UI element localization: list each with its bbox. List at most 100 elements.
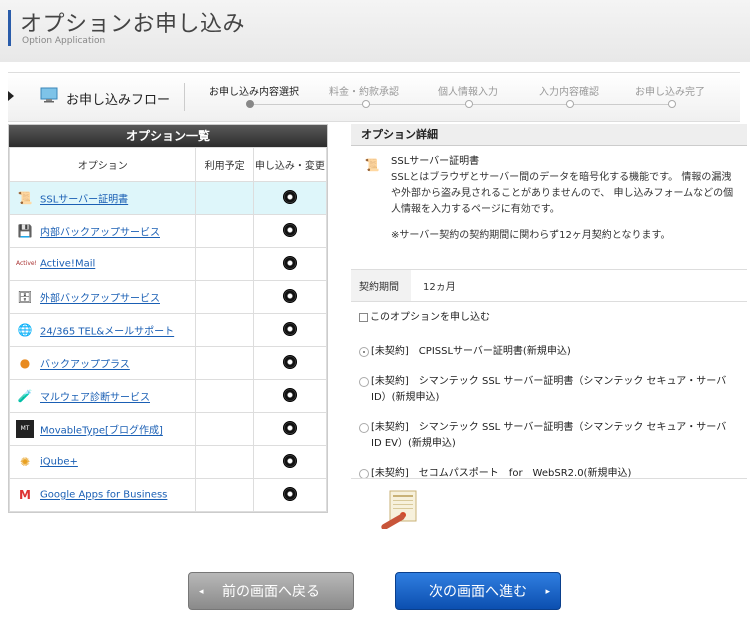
flow-step-dot-4 bbox=[566, 100, 574, 108]
detail-description-block: 📜 SSLサーバー証明書 SSLとはブラウザとサーバー間のデータを暗号化する機能… bbox=[351, 146, 747, 270]
table-row: ✺ iQube+ bbox=[8, 445, 328, 479]
table-row: 📜 SSLサーバー証明書 bbox=[8, 181, 328, 215]
plan-options: このオプションを申し込む [未契約] CPISSLサーバー証明書(新規申込) [… bbox=[351, 302, 747, 482]
page-subtitle: Option Application bbox=[22, 36, 106, 46]
flow-arrow-icon bbox=[8, 91, 14, 101]
certificate-icon: 📜 bbox=[17, 191, 33, 205]
external-backup-icon: 🗄 bbox=[17, 290, 33, 304]
flow-step-1: お申し込み内容選択 bbox=[209, 87, 299, 98]
option-link[interactable]: SSLサーバー証明書 bbox=[40, 195, 128, 206]
malware-icon: 🧪 bbox=[17, 389, 33, 403]
option-table: オプション 利用予定 申し込み・変更 📜 SSLサーバー証明書 💾 内部バックアップ… bbox=[8, 147, 328, 512]
chevron-right-icon: ▸ bbox=[545, 587, 550, 597]
application-flow-bar: お申し込みフロー お申し込み内容選択 料金・約款承認 個人情報入力 入力内容確認… bbox=[8, 72, 740, 122]
table-row: M Google Apps for Business bbox=[8, 478, 328, 512]
backup-icon: 💾 bbox=[17, 224, 33, 238]
apply-checkbox[interactable] bbox=[359, 313, 368, 322]
plan-label: [未契約] シマンテック SSL サーバー証明書（シマンテック セキュア・サーバ… bbox=[371, 376, 727, 403]
plan-label: [未契約] シマンテック SSL サーバー証明書（シマンテック セキュア・サーバ… bbox=[371, 422, 727, 449]
contract-term-row: 契約期間 12ヵ月 bbox=[351, 270, 747, 302]
flow-step-3: 個人情報入力 bbox=[438, 87, 498, 98]
option-link[interactable]: MovableType[ブログ作成] bbox=[40, 426, 163, 437]
back-button[interactable]: ◂ 前の画面へ戻る bbox=[188, 572, 354, 610]
option-link[interactable]: Google Apps for Business bbox=[40, 490, 167, 501]
plan-radio[interactable] bbox=[359, 423, 369, 433]
plan-label: [未契約] セコムパスポート for WebSR2.0(新規申込) bbox=[371, 468, 632, 479]
apply-radio[interactable] bbox=[282, 189, 297, 204]
back-button-label: 前の画面へ戻る bbox=[222, 584, 320, 600]
globe-support-icon: 🌐 bbox=[17, 323, 33, 337]
flow-step-dot-3 bbox=[465, 100, 473, 108]
table-row: 🧪 マルウェア診断サービス bbox=[8, 379, 328, 413]
option-link[interactable]: 外部バックアップサービス bbox=[40, 294, 160, 305]
plan-option[interactable]: [未契約] シマンテック SSL サーバー証明書（シマンテック セキュア・サーバ… bbox=[359, 374, 739, 406]
movabletype-logo: MT bbox=[16, 420, 34, 438]
apply-radio[interactable] bbox=[282, 486, 297, 501]
table-row: 💾 内部バックアップサービス bbox=[8, 214, 328, 248]
option-list-panel: オプション一覧 オプション 利用予定 申し込み・変更 📜 SSLサーバー証明書 💾… bbox=[8, 124, 328, 513]
column-header-plan: 利用予定 bbox=[195, 147, 254, 182]
apply-radio[interactable] bbox=[282, 420, 297, 435]
detail-description: SSLとはブラウザとサーバー間のデータを暗号化する機能です。 情報の漏洩や外部か… bbox=[391, 172, 734, 215]
plan-radio[interactable] bbox=[359, 347, 369, 357]
plan-radio[interactable] bbox=[359, 377, 369, 387]
plan-option[interactable]: [未契約] CPISSLサーバー証明書(新規申込) bbox=[359, 344, 739, 360]
certificate-scroll-icon bbox=[381, 490, 417, 529]
page-title: オプションお申し込み bbox=[20, 12, 246, 37]
flow-label: お申し込みフロー bbox=[66, 93, 171, 108]
apply-radio[interactable] bbox=[282, 453, 297, 468]
table-row: 🗄 外部バックアップサービス bbox=[8, 280, 328, 314]
next-button-label: 次の画面へ進む bbox=[429, 584, 527, 600]
option-link[interactable]: マルウェア診断サービス bbox=[40, 393, 150, 404]
table-row: MT MovableType[ブログ作成] bbox=[8, 412, 328, 446]
apply-checkbox-row[interactable]: このオプションを申し込む bbox=[359, 310, 739, 326]
flow-divider bbox=[184, 83, 185, 111]
apply-radio[interactable] bbox=[282, 321, 297, 336]
detail-note: ※サーバー契約の契約期間に関わらず12ヶ月契約となります。 bbox=[391, 230, 671, 241]
iqube-logo: ✺ bbox=[19, 455, 31, 469]
apply-checkbox-label: このオプションを申し込む bbox=[370, 312, 490, 323]
page-header: オプションお申し込み Option Application bbox=[0, 0, 750, 62]
apply-radio[interactable] bbox=[282, 354, 297, 369]
flow-step-dot-5 bbox=[668, 100, 676, 108]
option-link[interactable]: バックアッププラス bbox=[40, 360, 130, 371]
option-table-header: オプション 利用予定 申し込み・変更 bbox=[8, 147, 328, 182]
option-link[interactable]: 内部バックアップサービス bbox=[40, 228, 160, 239]
contract-term-value: 12ヵ月 bbox=[423, 282, 456, 293]
table-row: ● バックアッププラス bbox=[8, 346, 328, 380]
plan-option[interactable]: [未契約] シマンテック SSL サーバー証明書（シマンテック セキュア・サーバ… bbox=[359, 420, 739, 452]
option-link[interactable]: Active!Mail bbox=[40, 259, 95, 270]
backup-plus-icon: ● bbox=[19, 356, 31, 370]
chevron-left-icon: ◂ bbox=[199, 587, 204, 597]
flow-step-5: お申し込み完了 bbox=[635, 87, 705, 98]
plan-option[interactable]: [未契約] セコムパスポート for WebSR2.0(新規申込) bbox=[359, 466, 739, 482]
column-header-apply: 申し込み・変更 bbox=[252, 147, 328, 182]
table-row: Active! Active!Mail bbox=[8, 247, 328, 281]
flow-step-2: 料金・約款承認 bbox=[329, 87, 399, 98]
option-detail-panel: オプション詳細 📜 SSLサーバー証明書 SSLとはブラウザとサーバー間のデータ… bbox=[351, 124, 747, 496]
certificate-icon: 📜 bbox=[364, 158, 380, 172]
detail-heading: オプション詳細 bbox=[351, 124, 747, 146]
activemail-logo: Active! bbox=[16, 260, 37, 267]
detail-title: SSLサーバー証明書 bbox=[391, 156, 480, 167]
next-button[interactable]: 次の画面へ進む ▸ bbox=[395, 572, 561, 610]
contract-term-label: 契約期間 bbox=[351, 270, 411, 301]
option-link[interactable]: iQube+ bbox=[40, 457, 78, 468]
apply-radio[interactable] bbox=[282, 387, 297, 402]
flow-step-dot-1 bbox=[246, 100, 254, 108]
flow-step-4: 入力内容確認 bbox=[539, 87, 599, 98]
table-row: 🌐 24/365 TEL&メールサポート bbox=[8, 313, 328, 347]
flow-progress-line bbox=[248, 104, 674, 105]
plans-separator bbox=[351, 478, 747, 479]
plan-label: [未契約] CPISSLサーバー証明書(新規申込) bbox=[371, 346, 571, 357]
option-link[interactable]: 24/365 TEL&メールサポート bbox=[40, 327, 174, 338]
monitor-icon bbox=[40, 87, 58, 103]
gmail-icon: M bbox=[19, 488, 31, 502]
option-list-title: オプション一覧 bbox=[9, 125, 327, 147]
flow-step-dot-2 bbox=[362, 100, 370, 108]
apply-radio[interactable] bbox=[282, 222, 297, 237]
apply-radio[interactable] bbox=[282, 255, 297, 270]
column-header-option: オプション bbox=[8, 147, 197, 182]
title-accent-bar bbox=[8, 10, 11, 46]
apply-radio[interactable] bbox=[282, 288, 297, 303]
